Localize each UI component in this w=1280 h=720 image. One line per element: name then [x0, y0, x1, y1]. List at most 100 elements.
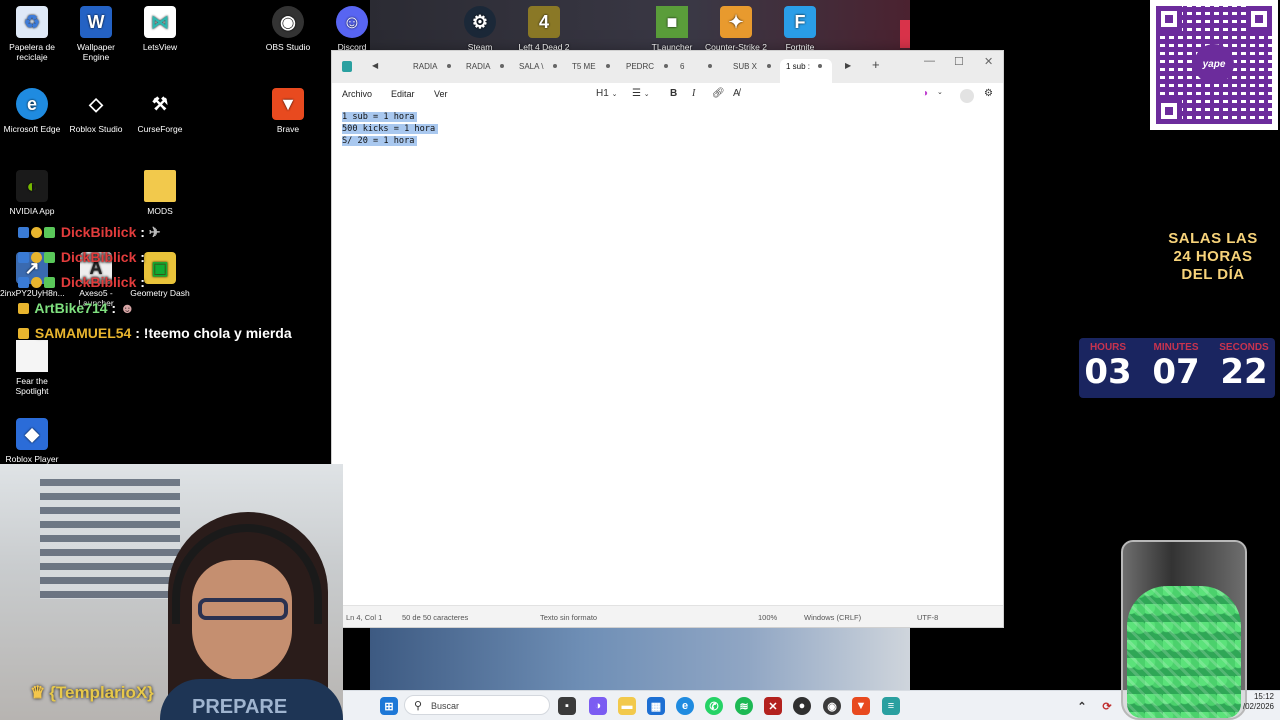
tab[interactable]: 6	[674, 59, 713, 83]
windows-start-icon[interactable]: ⊞	[380, 697, 398, 715]
tab[interactable]: SALA \	[513, 59, 558, 83]
desktop-icon-brave[interactable]: ▼ Brave	[256, 88, 320, 134]
clear-format-icon[interactable]: A̸	[733, 88, 740, 99]
line-ending[interactable]: Windows (CRLF)	[804, 613, 861, 622]
tab[interactable]: SUB X	[727, 59, 772, 83]
task-view-icon[interactable]: ▪	[558, 697, 576, 715]
store-icon[interactable]: ▦	[647, 697, 665, 715]
badge-icon	[44, 227, 55, 238]
file-explorer-icon[interactable]: ▬	[618, 697, 636, 715]
l4d2-icon: 4	[528, 6, 560, 38]
link-icon[interactable]: 🔗︎	[712, 88, 725, 99]
badge-icon	[18, 303, 29, 314]
spotify-icon[interactable]: ≋	[735, 697, 753, 715]
tab[interactable]: T5 ME	[566, 59, 610, 83]
desktop-icon-left4dead2[interactable]: 4 Left 4 Dead 2	[512, 6, 576, 52]
scroll-right-icon[interactable]: ▶	[845, 61, 851, 70]
unsaved-dot-icon	[664, 64, 669, 68]
unsaved-dot-icon	[767, 64, 772, 68]
desktop-icon-wallpaper-engine[interactable]: W Wallpaper Engine	[64, 6, 128, 62]
text-editor[interactable]: 1 sub = 1 hora 500 kicks = 1 hora S/ 20 …	[342, 111, 439, 147]
desktop-icon-nvidia[interactable]: ◐ NVIDIA App	[0, 170, 64, 216]
italic-button[interactable]: I	[692, 88, 695, 99]
chat-username: DickBiblick	[60, 274, 137, 290]
tab[interactable]: RADIA	[407, 59, 452, 83]
dota-icon[interactable]: ✕	[764, 697, 782, 715]
unsaved-dot-icon	[818, 64, 823, 68]
letsview-icon: ⋈	[144, 6, 176, 38]
tray-app-icon[interactable]: ⟳	[1098, 697, 1116, 715]
settings-gear-icon[interactable]: ⚙	[984, 88, 993, 99]
desktop-icon-curseforge[interactable]: ⚒ CurseForge	[128, 88, 192, 134]
curseforge-icon: ⚒	[144, 88, 176, 120]
wallpaper-engine-icon: W	[80, 6, 112, 38]
scroll-left-icon[interactable]: ◀	[372, 61, 378, 70]
bold-button[interactable]: B	[670, 88, 677, 99]
desktop-icon-roblox-player[interactable]: ◆ Roblox Player	[0, 418, 64, 464]
shirt-text: PREPARE	[192, 696, 288, 718]
encoding[interactable]: UTF-8	[917, 613, 938, 622]
tab-active[interactable]: 1 sub :	[780, 59, 832, 83]
desktop-icon-letsview[interactable]: ⋈ LetsView	[128, 6, 192, 52]
chevron-down-icon: ⌄	[611, 91, 618, 98]
notepad-app-icon	[342, 61, 352, 72]
notepad-window[interactable]: ◀ RADIA RADIA SALA \ T5 ME PEDRC 6 SUB X…	[331, 50, 1004, 628]
list-icon: ☰	[632, 88, 641, 99]
copilot-icon[interactable]: ◑	[922, 88, 928, 99]
minimize-button[interactable]: —	[924, 55, 935, 67]
notepad-taskbar-icon[interactable]: ≡	[882, 697, 900, 715]
emote-icon: ✈	[148, 224, 161, 240]
edge-taskbar-icon[interactable]: e	[676, 697, 694, 715]
desktop-icon-roblox-studio[interactable]: ◇ Roblox Studio	[64, 88, 128, 134]
zoom-level[interactable]: 100%	[758, 613, 777, 622]
maximize-button[interactable]: ☐	[954, 55, 964, 68]
desktop-icon-cs2[interactable]: ✦ Counter-Strike 2	[704, 6, 768, 52]
tab[interactable]: PEDRC	[620, 59, 669, 83]
copilot-taskbar-icon[interactable]: ◑	[589, 697, 607, 715]
desktop-icon-recycle-bin[interactable]: ♻ Papelera de reciclaje	[0, 6, 64, 62]
desktop-icon-mods-folder[interactable]: MODS	[128, 170, 192, 216]
crown-icon: ♛	[30, 683, 46, 702]
search-placeholder: Buscar	[431, 701, 460, 711]
heading-dropdown[interactable]: H1 ⌄	[596, 88, 617, 99]
desktop-icon-fortnite[interactable]: F Fortnite	[768, 6, 832, 52]
close-button[interactable]: ✕	[984, 55, 993, 68]
desktop-icon-fear-the-spotlight[interactable]: Fear the Spotlight	[0, 340, 64, 396]
file-icon	[16, 340, 48, 372]
chat-username: SAMAMUEL54	[34, 325, 132, 341]
desktop-icon-tlauncher[interactable]: ■ TLauncher	[640, 6, 704, 52]
desktop-icon-discord[interactable]: ☺ Discord	[320, 6, 384, 52]
unsaved-dot-icon	[447, 64, 452, 68]
chevron-up-icon[interactable]: ⌃	[1073, 697, 1091, 715]
desktop-icon-edge[interactable]: e Microsoft Edge	[0, 88, 64, 134]
timer-seconds: SECONDS 22	[1219, 342, 1269, 392]
unsaved-dot-icon	[500, 64, 505, 68]
text-line: 500 kicks = 1 hora	[342, 123, 439, 135]
timer-hours: HOURS 03	[1084, 342, 1132, 392]
tray-clock[interactable]: 15:12 /02/2026	[1240, 692, 1274, 712]
tab[interactable]: RADIA	[460, 59, 505, 83]
chat-username: ArtBike714	[34, 300, 108, 316]
chevron-down-icon: ⌄	[643, 91, 650, 98]
account-icon[interactable]	[960, 89, 974, 103]
chat-username: DickBiblick	[60, 224, 137, 240]
menu-editar[interactable]: Editar	[391, 89, 415, 99]
chevron-down-icon[interactable]: ⌄	[937, 88, 943, 96]
new-tab-button[interactable]: +	[872, 57, 880, 72]
game-launcher-icon[interactable]: ●	[793, 697, 811, 715]
badge-icon	[31, 227, 42, 238]
menu-archivo[interactable]: Archivo	[342, 89, 372, 99]
desktop-icon-obs[interactable]: ◉ OBS Studio	[256, 6, 320, 52]
text-format[interactable]: Texto sin formato	[540, 613, 597, 622]
search-box[interactable]: ⚲ Buscar	[404, 695, 550, 715]
brave-taskbar-icon[interactable]: ▼	[852, 697, 870, 715]
desktop: ♻ Papelera de reciclaje W Wallpaper Engi…	[0, 0, 1280, 720]
obs-taskbar-icon[interactable]: ◉	[823, 697, 841, 715]
search-icon: ⚲	[414, 700, 423, 712]
badge-icon	[18, 227, 29, 238]
menu-ver[interactable]: Ver	[434, 89, 448, 99]
list-dropdown[interactable]: ☰ ⌄	[632, 88, 650, 99]
desktop-icon-steam[interactable]: ⚙ Steam	[448, 6, 512, 52]
whatsapp-icon[interactable]: ✆	[705, 697, 723, 715]
badge-icon	[44, 277, 55, 288]
